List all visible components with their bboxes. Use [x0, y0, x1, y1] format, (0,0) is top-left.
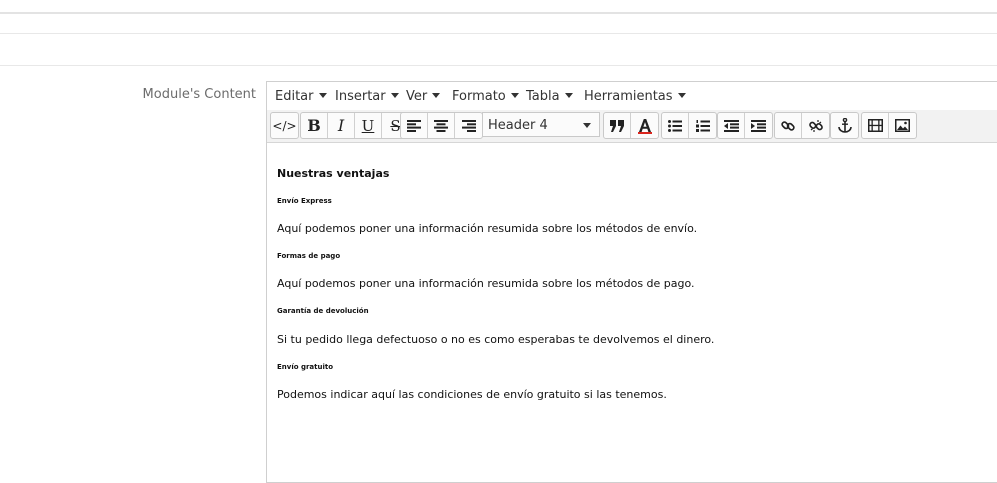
toolbar-group-anchor	[830, 112, 859, 139]
chevron-down-icon	[390, 93, 399, 98]
format-select[interactable]: Header 4	[482, 112, 600, 137]
menu-label: Tabla	[526, 89, 560, 104]
toolbar-group-inline: B I U S	[300, 112, 410, 139]
chevron-down-icon	[510, 93, 519, 98]
indent-button[interactable]	[745, 113, 772, 138]
section-text: Aquí podemos poner una información resum…	[277, 222, 698, 235]
unlink-icon	[808, 119, 823, 132]
module-content-label: Module's Content	[142, 87, 256, 102]
blockquote-button[interactable]	[604, 113, 631, 138]
bullet-list-icon	[668, 119, 682, 132]
align-left-button[interactable]	[401, 113, 428, 138]
menu-label: Insertar	[335, 89, 386, 104]
format-select-value: Header 4	[488, 118, 548, 133]
menu-label: Formato	[452, 89, 506, 104]
menu-insertar[interactable]: Insertar	[335, 89, 399, 104]
chevron-down-icon	[318, 93, 327, 98]
toolbar-group-link	[774, 112, 830, 139]
editor-menubar: Editar Insertar Ver Formato Tabla Herram…	[267, 82, 997, 110]
source-code-button[interactable]: </>	[271, 113, 298, 138]
anchor-icon	[837, 118, 852, 133]
media-icon	[867, 119, 883, 132]
toolbar-group-code: </>	[270, 112, 299, 139]
menu-label: Herramientas	[584, 89, 673, 104]
divider	[0, 33, 997, 34]
link-button[interactable]	[775, 113, 802, 138]
chevron-down-icon	[677, 93, 686, 98]
align-center-icon	[434, 119, 448, 132]
section-heading: Garantía de devolución	[277, 307, 369, 315]
menu-ver[interactable]: Ver	[406, 89, 441, 104]
chevron-down-icon	[564, 93, 573, 98]
align-center-button[interactable]	[428, 113, 455, 138]
top-panel-edge	[0, 0, 997, 14]
editor-toolbar: </> B I U S Header 4	[267, 110, 997, 143]
section-text: Si tu pedido llega defectuoso o no es co…	[277, 333, 715, 346]
content-title: Nuestras ventajas	[277, 167, 390, 180]
editor-content[interactable]: Nuestras ventajas Envío Express Aquí pod…	[277, 142, 997, 482]
menu-editar[interactable]: Editar	[275, 89, 327, 104]
media-button[interactable]	[862, 113, 889, 138]
bullet-list-button[interactable]	[662, 113, 689, 138]
text-color-icon	[637, 118, 652, 134]
numbered-list-button[interactable]	[689, 113, 716, 138]
toolbar-group-align	[400, 112, 483, 139]
menu-label: Editar	[275, 89, 314, 104]
italic-icon: I	[337, 116, 345, 135]
toolbar-group-lists	[661, 112, 717, 139]
indent-icon	[751, 119, 766, 132]
menu-label: Ver	[406, 89, 428, 104]
align-right-icon	[461, 119, 476, 132]
code-icon: </>	[272, 118, 297, 133]
link-icon	[781, 120, 795, 131]
chevron-down-icon	[432, 93, 441, 98]
section-heading: Envío Express	[277, 197, 332, 205]
image-icon	[895, 119, 910, 132]
toolbar-group-quote-color	[603, 112, 659, 139]
chevron-down-icon	[583, 123, 591, 128]
underline-icon: U	[361, 116, 375, 135]
bold-button[interactable]: B	[301, 113, 328, 138]
align-right-button[interactable]	[455, 113, 482, 138]
menu-tabla[interactable]: Tabla	[526, 89, 573, 104]
rich-text-editor: Editar Insertar Ver Formato Tabla Herram…	[266, 81, 997, 483]
section-heading: Envío gratuito	[277, 363, 334, 371]
blockquote-icon	[610, 119, 624, 132]
italic-button[interactable]: I	[328, 113, 355, 138]
anchor-button[interactable]	[831, 113, 858, 138]
image-button[interactable]	[889, 113, 916, 138]
bold-icon: B	[307, 116, 321, 135]
unlink-button[interactable]	[802, 113, 829, 138]
align-left-icon	[407, 119, 421, 132]
section-text: Aquí podemos poner una información resum…	[277, 277, 695, 290]
numbered-list-icon	[695, 119, 710, 132]
menu-herramientas[interactable]: Herramientas	[584, 89, 686, 104]
menu-formato[interactable]: Formato	[452, 89, 519, 104]
section-heading: Formas de pago	[277, 252, 341, 260]
outdent-icon	[723, 119, 739, 132]
toolbar-group-indent	[717, 112, 773, 139]
divider	[0, 65, 997, 66]
underline-button[interactable]: U	[355, 113, 382, 138]
toolbar-group-media	[861, 112, 917, 139]
section-text: Podemos indicar aquí las condiciones de …	[277, 388, 667, 401]
text-color-button[interactable]	[631, 113, 658, 138]
outdent-button[interactable]	[718, 113, 745, 138]
